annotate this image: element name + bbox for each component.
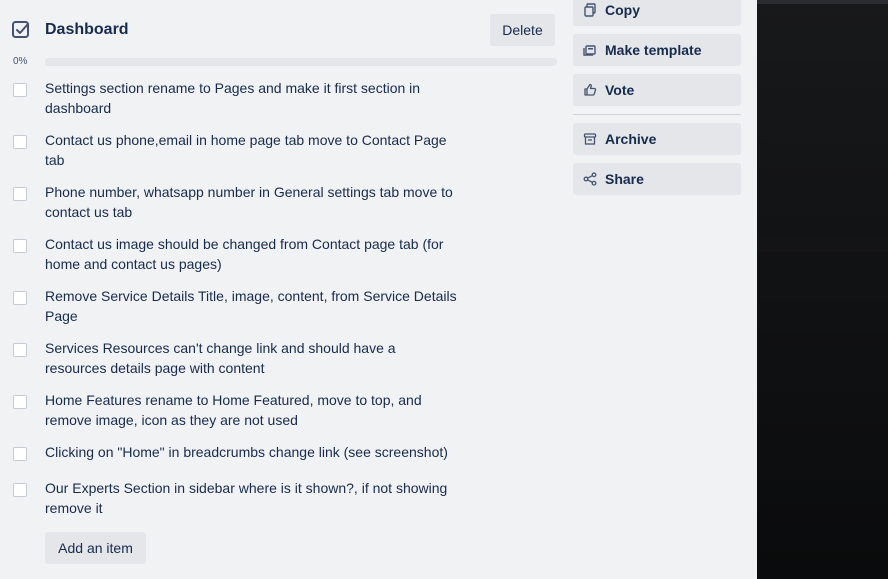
item-text[interactable]: Contact us phone,email in home page tab … [45,130,460,170]
item-checkbox[interactable] [13,83,27,97]
item-text[interactable]: Settings section rename to Pages and mak… [45,78,460,118]
checklist-item[interactable]: Home Features rename to Home Featured, m… [0,390,560,442]
progress-bar [45,58,557,66]
add-item-button[interactable]: Add an item [45,532,146,564]
archive-button[interactable]: Archive [573,123,741,155]
item-text[interactable]: Home Features rename to Home Featured, m… [45,390,460,430]
checklist-item[interactable]: Clicking on "Home" in breadcrumbs change… [0,442,560,478]
copy-label: Copy [605,2,640,18]
share-icon [583,172,597,186]
share-label: Share [605,171,644,187]
item-text[interactable]: Remove Service Details Title, image, con… [45,286,460,326]
background-top-strip [757,0,888,4]
card-detail-panel: Dashboard Delete 0% Settings section ren… [0,0,757,579]
vote-label: Vote [605,82,635,98]
archive-icon [583,132,597,146]
share-button[interactable]: Share [573,163,741,195]
vote-button[interactable]: Vote [573,74,741,106]
item-checkbox[interactable] [13,483,27,497]
item-text[interactable]: Phone number, whatsapp number in General… [45,182,460,222]
item-checkbox[interactable] [13,291,27,305]
progress-percent: 0% [13,56,28,67]
archive-label: Archive [605,131,657,147]
checklist-title[interactable]: Dashboard [45,20,129,40]
checklist-item[interactable]: Contact us image should be changed from … [0,234,560,286]
copy-button[interactable]: Copy [573,0,741,26]
item-checkbox[interactable] [13,343,27,357]
board-background [757,0,888,579]
make-template-button[interactable]: Make template [573,34,741,66]
item-checkbox[interactable] [13,135,27,149]
checklist-item[interactable]: Phone number, whatsapp number in General… [0,182,560,234]
item-text[interactable]: Our Experts Section in sidebar where is … [45,478,460,518]
item-checkbox[interactable] [13,447,27,461]
delete-checklist-button[interactable]: Delete [490,14,555,46]
template-icon [583,43,597,57]
item-text[interactable]: Services Resources can't change link and… [45,338,460,378]
item-checkbox[interactable] [13,239,27,253]
item-text[interactable]: Contact us image should be changed from … [45,234,460,274]
item-checkbox[interactable] [13,187,27,201]
item-checkbox[interactable] [13,395,27,409]
checklist-header: Dashboard Delete [0,0,560,60]
item-text[interactable]: Clicking on "Home" in breadcrumbs change… [45,442,460,462]
checklist-item[interactable]: Our Experts Section in sidebar where is … [0,478,560,530]
checklist-item[interactable]: Remove Service Details Title, image, con… [0,286,560,338]
copy-icon [583,3,597,17]
background-treeline [757,232,888,252]
checklist-items: Settings section rename to Pages and mak… [0,78,560,530]
checklist-icon [11,20,31,40]
thumbs-up-icon [583,83,597,97]
checklist-item[interactable]: Services Resources can't change link and… [0,338,560,390]
actions-divider [573,114,741,115]
checklist-item[interactable]: Contact us phone,email in home page tab … [0,130,560,182]
checklist-item[interactable]: Settings section rename to Pages and mak… [0,78,560,130]
make-template-label: Make template [605,42,702,58]
